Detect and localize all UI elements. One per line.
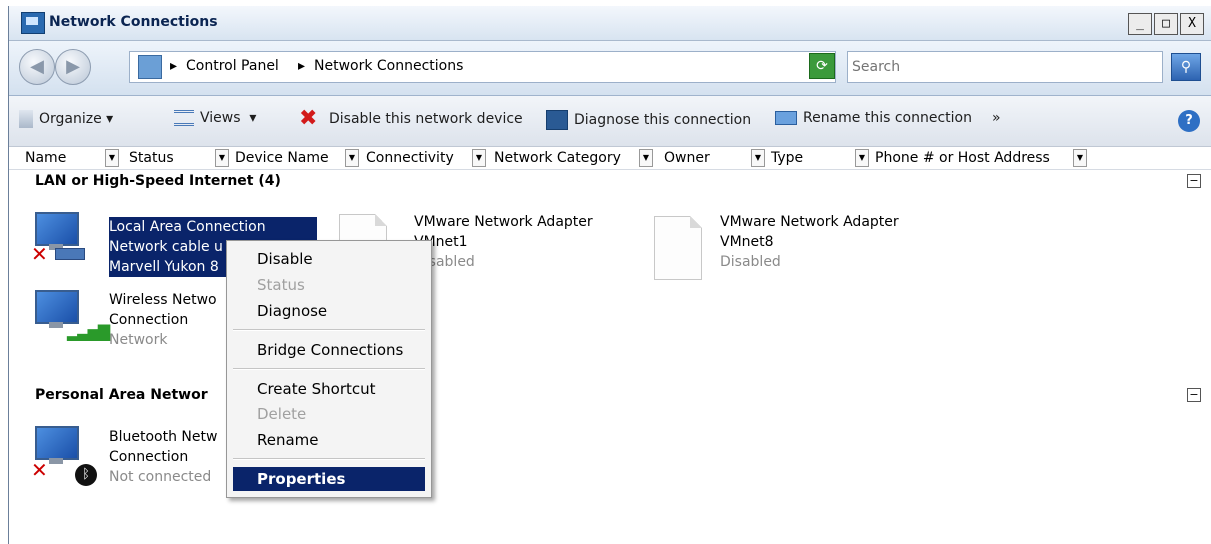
diagnose-button[interactable]: Diagnose this connection (546, 110, 751, 130)
col-phone-host[interactable]: Phone # or Host Address (875, 150, 1050, 166)
window-controls: _ □ X (1128, 13, 1204, 35)
toolbar: Organize ▾ Views ▾ ✖ Disable this network… (9, 96, 1211, 147)
minimize-button[interactable]: _ (1128, 13, 1152, 35)
collapse-pan-icon[interactable]: − (1187, 388, 1201, 402)
computer-icon (35, 426, 79, 460)
rename-button[interactable]: Rename this connection (775, 110, 972, 126)
disable-device-button[interactable]: ✖ Disable this network device (299, 106, 523, 131)
context-menu: Disable Status Diagnose Bridge Connectio… (226, 240, 432, 498)
rename-icon (775, 111, 797, 125)
bluetooth-connection-icon[interactable]: ✕ ᛒ (31, 426, 97, 486)
organize-menu[interactable]: Organize ▾ (19, 110, 113, 128)
item-name: Bluetooth Netw (109, 429, 218, 445)
item-status: Disabled (414, 254, 475, 270)
menu-item-properties[interactable]: Properties (233, 467, 425, 491)
item-name: Local Area Connection (109, 217, 317, 237)
views-icon (174, 110, 194, 126)
maximize-button[interactable]: □ (1154, 13, 1178, 35)
forward-button[interactable]: ▶ (55, 49, 91, 85)
back-button[interactable]: ◀ (19, 49, 55, 85)
menu-item-disable[interactable]: Disable (233, 247, 425, 271)
menu-item-create-shortcut[interactable]: Create Shortcut (233, 377, 425, 401)
window: Network Connections _ □ X ◀ ▶ ▸ Control … (8, 6, 1211, 544)
item-name: VMware Network Adapter (720, 214, 899, 230)
disconnected-x-icon: ✕ (31, 242, 48, 266)
menu-separator (233, 458, 425, 460)
item-name-2: VMnet8 (720, 234, 774, 250)
network-cable-icon (55, 248, 85, 260)
col-device-name[interactable]: Device Name (235, 150, 329, 166)
group-header-lan[interactable]: LAN or High-Speed Internet (4) (35, 173, 281, 189)
window-title: Network Connections (49, 14, 218, 30)
address-bar: ◀ ▶ ▸ Control Panel ▸ Network Connection… (9, 41, 1211, 96)
col-name-dropdown-icon[interactable]: ▼ (105, 149, 119, 167)
menu-item-bridge[interactable]: Bridge Connections (233, 338, 425, 362)
col-owner[interactable]: Owner (664, 150, 710, 166)
col-name[interactable]: Name (25, 150, 66, 166)
vmnet1-item[interactable]: VMware Network Adapter VMnet1 Disabled (414, 212, 593, 272)
col-connectivity[interactable]: Connectivity (366, 150, 454, 166)
search-box[interactable] (847, 51, 1163, 83)
title-bar: Network Connections _ □ X (9, 6, 1211, 41)
col-connectivity-dropdown-icon[interactable]: ▼ (472, 149, 486, 167)
column-headers: Name ▼ Status ▼ Device Name ▼ Connectivi… (9, 147, 1211, 170)
local-area-connection-icon[interactable]: ✕ (31, 212, 85, 266)
more-tools-button[interactable]: » (992, 110, 1001, 126)
wireless-connection-icon[interactable]: ▂▃▅▇ (31, 290, 110, 341)
collapse-lan-icon[interactable]: − (1187, 174, 1201, 188)
breadcrumb-arrow-2[interactable]: ▸ (298, 58, 305, 74)
vmnet8-adapter-icon[interactable] (654, 216, 702, 280)
breadcrumb-arrow-1[interactable]: ▸ (170, 58, 177, 74)
computer-icon (35, 212, 79, 246)
item-name-2: Connection (109, 312, 189, 328)
wireless-connection-item[interactable]: Wireless Netwo Connection Network (109, 290, 217, 350)
item-name: VMware Network Adapter (414, 214, 593, 230)
menu-item-diagnose[interactable]: Diagnose (233, 299, 425, 323)
menu-item-delete[interactable]: Delete (233, 402, 425, 426)
col-device-dropdown-icon[interactable]: ▼ (345, 149, 359, 167)
network-connections-icon (21, 12, 45, 34)
item-status: Network (109, 332, 168, 348)
signal-bars-icon: ▂▃▅▇ (67, 322, 110, 341)
menu-item-rename[interactable]: Rename (233, 428, 425, 452)
red-x-icon: ✖ (299, 106, 318, 131)
col-status-dropdown-icon[interactable]: ▼ (215, 149, 229, 167)
col-type[interactable]: Type (771, 150, 803, 166)
item-name-2: Connection (109, 449, 189, 465)
computer-icon (35, 290, 79, 324)
col-owner-dropdown-icon[interactable]: ▼ (751, 149, 765, 167)
vmnet8-item[interactable]: VMware Network Adapter VMnet8 Disabled (720, 212, 899, 272)
col-type-dropdown-icon[interactable]: ▼ (855, 149, 869, 167)
col-network-category[interactable]: Network Category (494, 150, 621, 166)
menu-item-status[interactable]: Status (233, 273, 425, 297)
address-box[interactable]: ▸ Control Panel ▸ Network Connections ▼ (129, 51, 836, 83)
item-status: Disabled (720, 254, 781, 270)
views-menu[interactable]: Views ▾ (174, 110, 256, 126)
col-phone-dropdown-icon[interactable]: ▼ (1073, 149, 1087, 167)
item-name-2: VMnet1 (414, 234, 468, 250)
bluetooth-item[interactable]: Bluetooth Netw Connection Not connected (109, 427, 217, 487)
disconnected-x-icon: ✕ (31, 458, 48, 482)
breadcrumb-control-panel[interactable]: Control Panel (186, 58, 279, 74)
search-input[interactable] (848, 52, 1134, 82)
breadcrumb-network-connections[interactable]: Network Connections (314, 58, 463, 74)
refresh-icon[interactable]: ⟳ (809, 53, 835, 79)
organize-icon (19, 110, 33, 128)
col-status[interactable]: Status (129, 150, 174, 166)
help-icon[interactable]: ? (1178, 110, 1200, 132)
search-icon[interactable]: ⚲ (1171, 53, 1201, 81)
control-panel-icon (138, 55, 162, 79)
menu-separator (233, 329, 425, 331)
diagnose-icon (546, 110, 568, 130)
item-status: Not connected (109, 469, 212, 485)
menu-separator (233, 368, 425, 370)
col-category-dropdown-icon[interactable]: ▼ (639, 149, 653, 167)
item-name: Wireless Netwo (109, 292, 217, 308)
close-button[interactable]: X (1180, 13, 1204, 35)
bluetooth-icon: ᛒ (75, 464, 97, 486)
group-header-pan[interactable]: Personal Area Networ (35, 387, 208, 403)
